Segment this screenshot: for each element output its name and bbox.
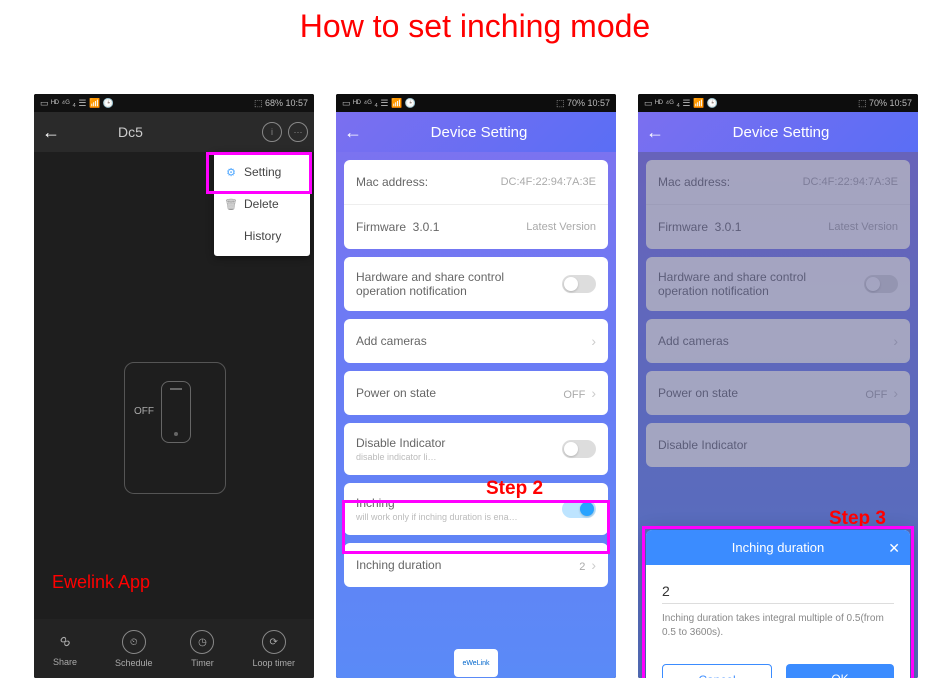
schedule-button[interactable]: ⏲Schedule [115, 630, 153, 668]
share-icon [54, 631, 76, 653]
phone-screen-3: ▭ ᴴᴰ ⁴ᴳ ₄ ☰ 📶 🕒 ⬚ 70% 10:57 ← Device Set… [638, 94, 918, 678]
step-3-label: Step 3 [829, 508, 886, 530]
loop-icon: ⟳ [262, 630, 286, 654]
toggle-off[interactable] [562, 275, 596, 293]
duration-input[interactable]: 2 [662, 579, 894, 604]
step-2-label: Step 2 [486, 478, 543, 500]
phone-screen-2: ▭ ᴴᴰ ⁴ᴳ ₄ ☰ 📶 🕒 ⬚ 70% 10:57 ← Device Set… [336, 94, 616, 678]
disable-indicator-row[interactable]: Disable Indicatordisable indicator li… [344, 423, 608, 475]
status-bar: ▭ ᴴᴰ ⁴ᴳ ₄ ☰ 📶 🕒 ⬚ 68% 10:57 [34, 94, 314, 112]
info-icon[interactable]: i [262, 122, 282, 142]
chevron-right-icon: › [591, 557, 596, 573]
menu-setting[interactable]: ⚙ Setting [214, 156, 310, 188]
close-icon[interactable]: ✕ [888, 540, 900, 557]
menu-delete[interactable]: 🗑 Delete [214, 188, 310, 220]
hardware-notification-row[interactable]: Hardware and share control operation not… [344, 257, 608, 311]
back-button[interactable]: ← [336, 122, 370, 143]
app-header: ← Device Setting [638, 112, 918, 152]
gear-icon: ⚙ [224, 165, 238, 179]
back-button[interactable]: ← [34, 122, 68, 143]
inching-duration-row[interactable]: Inching duration 2› [344, 543, 608, 587]
back-button[interactable]: ← [638, 122, 672, 143]
page-title: How to set inching mode [0, 8, 950, 45]
history-icon [224, 229, 238, 243]
step-1-label: Step 1 [214, 94, 274, 95]
screen-title: Device Setting [370, 124, 616, 141]
clock-icon: ⏲ [122, 630, 146, 654]
phone-screen-1: ▭ ᴴᴰ ⁴ᴳ ₄ ☰ 📶 🕒 ⬚ 68% 10:57 ← Dc5 i ⋯ St… [34, 94, 314, 678]
inching-row[interactable]: Inchingwill work only if inching duratio… [344, 483, 608, 535]
dialog-title: Inching duration ✕ [646, 530, 910, 565]
more-icon[interactable]: ⋯ [288, 122, 308, 142]
cancel-button[interactable]: Cancel [662, 664, 772, 678]
status-bar: ▭ ᴴᴰ ⁴ᴳ ₄ ☰ 📶 🕒 ⬚ 70% 10:57 [336, 94, 616, 112]
add-cameras-row[interactable]: Add cameras › [344, 319, 608, 363]
inching-duration-dialog: Inching duration ✕ 2 Inching duration ta… [646, 530, 910, 678]
timer-icon: ◷ [190, 630, 214, 654]
chevron-right-icon: › [591, 333, 596, 349]
switch-state: OFF [134, 406, 154, 417]
firmware-row[interactable]: Firmware 3.0.1 Latest Version [344, 204, 608, 249]
device-switch-graphic[interactable]: OFF [124, 362, 226, 494]
share-button[interactable]: Share [53, 631, 77, 667]
app-header: ← Device Setting [336, 112, 616, 152]
context-menu: ⚙ Setting 🗑 Delete History [214, 152, 310, 256]
power-on-state-row[interactable]: Power on state OFF› [344, 371, 608, 415]
toggle-on[interactable] [562, 500, 596, 518]
bottom-toolbar: Share ⏲Schedule ◷Timer ⟳Loop timer [34, 619, 314, 678]
status-bar: ▭ ᴴᴰ ⁴ᴳ ₄ ☰ 📶 🕒 ⬚ 70% 10:57 [638, 94, 918, 112]
trash-icon: 🗑 [224, 197, 238, 211]
ewelink-app-label: Ewelink App [52, 572, 150, 593]
timer-button[interactable]: ◷Timer [190, 630, 214, 668]
menu-history[interactable]: History [214, 220, 310, 252]
mac-address-row: Mac address: DC:4F:22:94:7A:3E [344, 160, 608, 204]
loop-timer-button[interactable]: ⟳Loop timer [252, 630, 295, 668]
chevron-right-icon: › [591, 385, 596, 401]
toggle-off[interactable] [562, 440, 596, 458]
ewelink-badge: eWeLink [454, 649, 498, 677]
ok-button[interactable]: OK [786, 664, 894, 678]
dialog-hint: Inching duration takes integral multiple… [662, 612, 894, 640]
app-header: ← Dc5 i ⋯ [34, 112, 314, 152]
screen-title: Device Setting [672, 124, 918, 141]
